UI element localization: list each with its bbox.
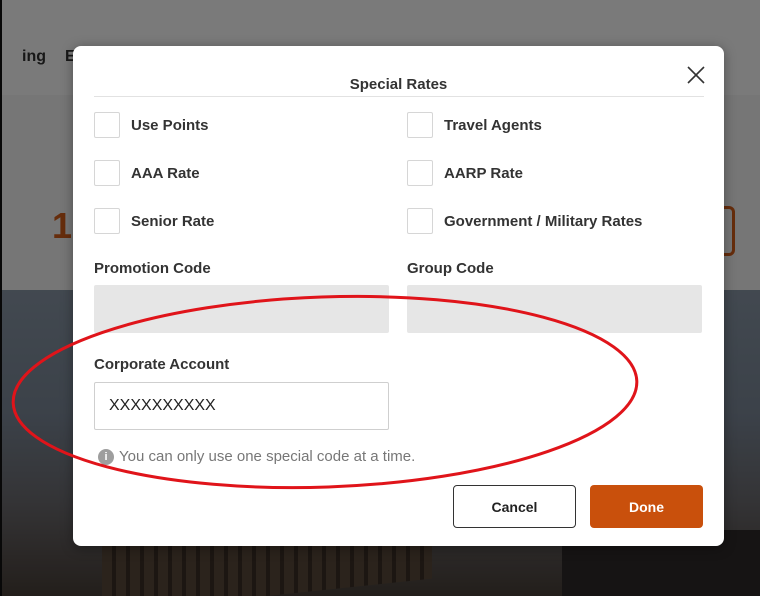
government-military-checkbox[interactable] — [407, 208, 433, 234]
use-points-option[interactable]: Use Points — [94, 111, 209, 139]
aaa-rate-checkbox[interactable] — [94, 160, 120, 186]
close-icon — [687, 66, 705, 84]
option-label: Government / Military Rates — [444, 212, 643, 230]
senior-rate-option[interactable]: Senior Rate — [94, 207, 214, 235]
option-label: Senior Rate — [131, 212, 215, 230]
dialog-title: Special Rates — [349, 76, 448, 93]
group-code-label: Group Code — [407, 260, 494, 277]
info-text: You can only use one special code at a t… — [119, 448, 416, 465]
option-label: AAA Rate — [131, 164, 200, 182]
aarp-rate-option[interactable]: AARP Rate — [407, 159, 523, 187]
corporate-account-input[interactable] — [94, 382, 389, 430]
aaa-rate-option[interactable]: AAA Rate — [94, 159, 200, 187]
senior-rate-checkbox[interactable] — [94, 208, 120, 234]
travel-agents-checkbox[interactable] — [407, 112, 433, 138]
cancel-button[interactable]: Cancel — [453, 485, 576, 528]
option-label: Use Points — [131, 116, 209, 134]
group-code-input[interactable] — [407, 285, 702, 333]
header-divider — [94, 96, 704, 97]
info-note: i You can only use one special code at a… — [98, 448, 415, 465]
use-points-checkbox[interactable] — [94, 112, 120, 138]
option-label: AARP Rate — [444, 164, 523, 182]
travel-agents-option[interactable]: Travel Agents — [407, 111, 542, 139]
corporate-account-label: Corporate Account — [94, 356, 230, 373]
promotion-code-label: Promotion Code — [94, 260, 211, 277]
government-military-option[interactable]: Government / Military Rates — [407, 207, 642, 235]
info-icon: i — [98, 448, 114, 465]
done-button[interactable]: Done — [590, 485, 703, 528]
special-rates-dialog: Special Rates Use Points AAA Rate Senior… — [73, 46, 724, 546]
close-button[interactable] — [683, 62, 709, 88]
aarp-rate-checkbox[interactable] — [407, 160, 433, 186]
option-label: Travel Agents — [444, 116, 542, 134]
promotion-code-input[interactable] — [94, 285, 389, 333]
